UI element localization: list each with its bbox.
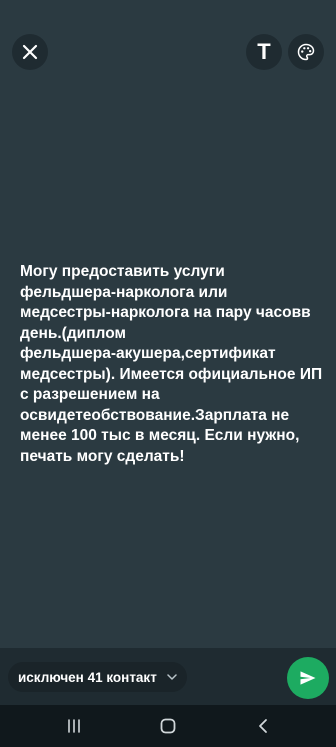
chevron-down-icon [167, 673, 177, 681]
send-button[interactable] [287, 657, 329, 699]
recents-icon [68, 719, 80, 733]
home-button[interactable] [158, 717, 178, 735]
status-text[interactable]: Могу предоставить услуги фельдшера-нарко… [20, 262, 325, 467]
privacy-label: исключен 41 контакт [18, 669, 157, 685]
recents-button[interactable] [64, 717, 84, 735]
privacy-settings-chip[interactable]: исключен 41 контакт [8, 662, 187, 692]
back-button[interactable] [253, 717, 273, 735]
home-icon [160, 718, 176, 734]
palette-icon [297, 43, 315, 61]
system-navigation-bar [0, 705, 336, 747]
close-button[interactable] [12, 34, 48, 70]
text-icon: T [257, 39, 271, 64]
text-style-button[interactable]: T [246, 34, 282, 70]
close-icon [22, 44, 38, 60]
back-icon [259, 719, 267, 733]
send-icon [300, 671, 316, 685]
background-color-button[interactable] [288, 34, 324, 70]
